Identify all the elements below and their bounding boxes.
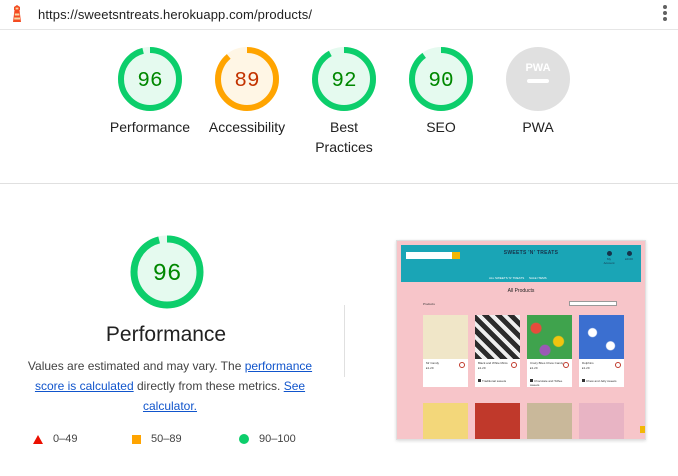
score-gauge-performance: 96: [118, 47, 182, 111]
site-cart-icon: £0.00: [623, 251, 635, 261]
score-gauge-accessibility: 89: [215, 47, 279, 111]
gauge-accessibility[interactable]: 89 Accessibility: [192, 46, 302, 137]
site-brand: SWEETS 'N' TREATS: [503, 250, 559, 256]
score-gauge-best-practices: 92: [312, 47, 376, 111]
site-product-card: Black and White Mints £1.29 Traditional …: [475, 315, 520, 387]
site-product-card: Crazy Bites Chew Candy £1.29 Chocolate a…: [527, 315, 572, 387]
site-nav-item: ALL SWEETS 'N' TREATS: [489, 276, 525, 280]
performance-section: 96 Performance Values are estimated and …: [0, 184, 678, 476]
score-value: 96: [137, 70, 162, 93]
site-scroll-top-button: [640, 426, 645, 433]
gauge-label: Performance: [109, 119, 191, 135]
gauge-label: Accessibility: [208, 119, 286, 135]
site-search-icon: [452, 252, 460, 259]
category-gauges: 96 Performance 89 Accessibility 92 Best …: [0, 30, 678, 184]
score-gauge-seo: 90: [409, 47, 473, 111]
performance-score-value: 96: [153, 261, 182, 288]
site-account-icon: My Account: [603, 251, 615, 265]
product-tag: Traditional sweets: [478, 379, 506, 383]
lighthouse-icon: [13, 5, 21, 22]
site-products-label: Products: [423, 302, 435, 306]
product-image: [527, 403, 572, 439]
product-image: [527, 315, 572, 359]
triangle-icon: [33, 434, 43, 444]
gauge-pwa[interactable]: PWA PWA: [483, 46, 593, 137]
score-value: 89: [234, 70, 259, 93]
site-search-box: [406, 252, 452, 259]
square-icon: [132, 434, 141, 444]
gauge-label: PWA: [522, 119, 554, 135]
product-tag: Chocolate and Toffee sweets: [530, 379, 572, 387]
pwa-badge-text: PWA: [525, 62, 550, 74]
heart-icon: [615, 362, 621, 368]
performance-title: Performance: [105, 323, 227, 346]
product-image: [423, 403, 468, 439]
performance-description: Values are estimated and may vary. The p…: [20, 356, 320, 416]
legend-range: 90–100: [259, 433, 296, 445]
gauge-performance[interactable]: 96 Performance: [95, 46, 205, 137]
page-url: https://sweetsntreats.herokuapp.com/prod…: [38, 7, 313, 22]
site-sort-select: [569, 301, 617, 306]
final-screenshot-thumbnail[interactable]: SWEETS 'N' TREATS My Account £0.00 ALL S…: [396, 240, 646, 440]
performance-score-gauge: 96: [130, 235, 204, 309]
product-image: [579, 315, 624, 359]
desc-text: Values are estimated and may vary. The: [27, 359, 245, 373]
site-nav-item: SALE ITEMS: [529, 276, 547, 280]
site-header: SWEETS 'N' TREATS My Account £0.00: [401, 245, 641, 273]
report-topbar: https://sweetsntreats.herokuapp.com/prod…: [0, 0, 678, 30]
site-nav: ALL SWEETS 'N' TREATS SALE ITEMS: [401, 273, 641, 282]
circle-icon: [239, 434, 249, 445]
legend-pass: 90–100: [239, 433, 296, 445]
gauge-label: SEO: [426, 119, 456, 135]
score-value: 90: [428, 70, 453, 93]
product-image: [423, 315, 468, 359]
desc-text: directly from these metrics.: [133, 379, 284, 393]
gauge-best-practices[interactable]: 92 Best Practices: [289, 46, 399, 157]
heart-icon: [459, 362, 465, 368]
score-value: 92: [331, 70, 356, 93]
product-image: [475, 403, 520, 439]
pwa-badge-icon: PWA: [506, 47, 570, 111]
vertical-divider: [344, 305, 345, 377]
site-product-card: Mr Candy £1.29: [423, 315, 468, 387]
gauge-label: Best Practices: [315, 119, 373, 155]
heart-icon: [511, 362, 517, 368]
legend-range: 0–49: [53, 433, 78, 445]
site-page-title: All Products: [507, 288, 535, 294]
legend-range: 50–89: [151, 433, 182, 445]
site-product-card: Dolphins £1.29 Chew and Jelly sweets: [579, 315, 624, 387]
product-tag: Chew and Jelly sweets: [582, 379, 617, 383]
kebab-menu-icon[interactable]: [662, 5, 668, 23]
product-image: [475, 315, 520, 359]
gauge-seo[interactable]: 90 SEO: [386, 46, 496, 137]
legend-fail: 0–49: [33, 433, 77, 445]
heart-icon: [563, 362, 569, 368]
legend-average: 50–89: [132, 433, 182, 445]
product-image: [579, 403, 624, 439]
